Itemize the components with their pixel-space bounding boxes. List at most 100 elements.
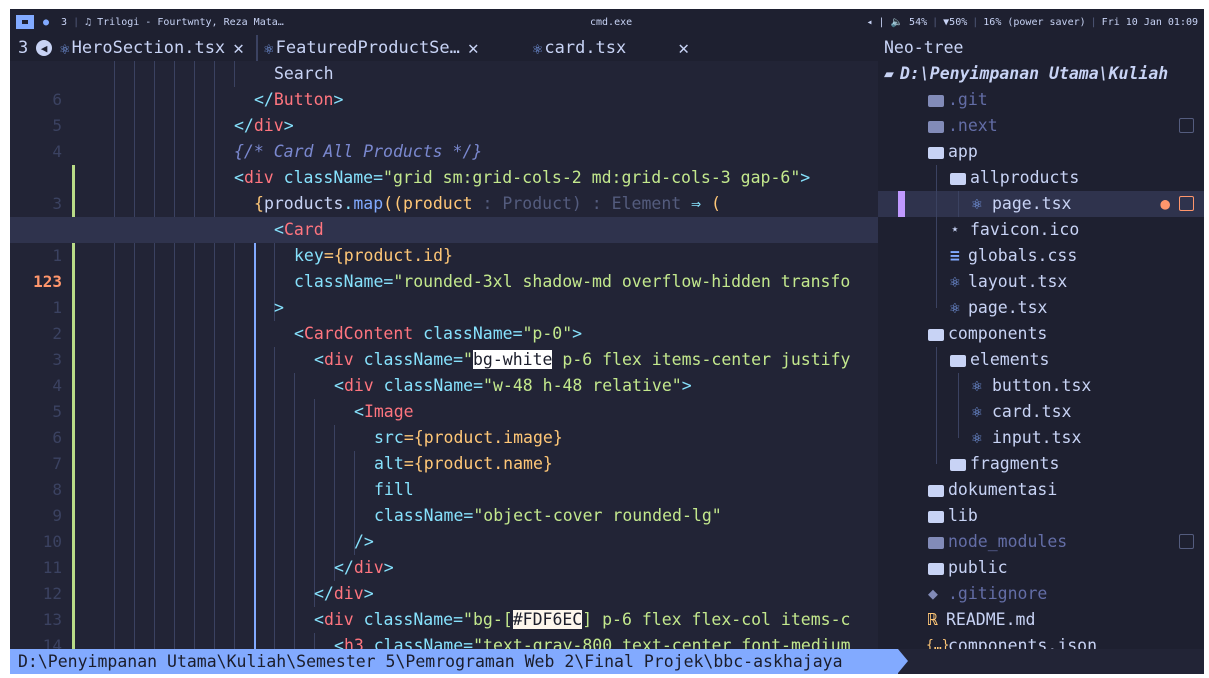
code-token: </ (334, 558, 354, 577)
code-line[interactable]: 13 </div> (10, 555, 878, 629)
code-line[interactable]: 5 </Button> (10, 87, 878, 135)
code-token: product.name (423, 454, 543, 473)
code-token: < (294, 324, 304, 343)
code-token: className (363, 636, 464, 649)
ignored-status-icon (1179, 534, 1194, 549)
tab-card[interactable]: ⚛ card.tsx ✕ (533, 35, 695, 61)
tree-item-button[interactable]: ⚛ button.tsx (878, 373, 1204, 399)
tree-item-fragments[interactable]: fragments (878, 451, 1204, 477)
tab-count: 3 (18, 38, 29, 58)
tree-root[interactable]: ▰ D:\Penyimpanan Utama\Kuliah (878, 61, 1204, 87)
code-line[interactable]: 10 fill (10, 477, 878, 551)
tree-item-app[interactable]: app (878, 139, 1204, 165)
wifi-indicator[interactable]: ▼50% (943, 17, 967, 28)
tree-item-elements[interactable]: elements (878, 347, 1204, 373)
code-line[interactable]: 1 {products.map((product : Product) : El… (10, 191, 878, 265)
file-explorer: Neo-tree ▰ D:\Penyimpanan Utama\Kuliah .… (878, 35, 1204, 649)
code-line[interactable]: 8 src={product.image} (10, 425, 878, 499)
code-line[interactable]: 2 <div className="grid sm:grid-cols-2 md… (10, 165, 878, 239)
folder-icon (928, 477, 948, 505)
code-line[interactable]: 5 <div className="bg-white p-6 flex item… (10, 347, 878, 421)
tree-item-globals[interactable]: ≡ globals.css (878, 243, 1204, 269)
navigate-left-icon[interactable]: ◀ (36, 40, 52, 56)
code-token: product.id (343, 246, 444, 265)
code-token: = (373, 168, 384, 187)
tree-item-favicon[interactable]: ⋆ favicon.ico (878, 217, 1204, 243)
code-line[interactable]: 7 <Image (10, 399, 878, 473)
code-token: </ (234, 116, 254, 135)
battery-indicator[interactable]: 16% (power saver) (983, 17, 1085, 28)
code-token: className (374, 506, 464, 525)
cursor-line[interactable]: 123 <Card (10, 217, 878, 291)
workspace-number[interactable]: 3 (61, 17, 67, 28)
terminal-icon[interactable] (16, 15, 34, 29)
tree-item-label: components (948, 324, 1048, 343)
code-token: > (681, 376, 692, 395)
clock[interactable]: Fri 10 Jan 01:09 (1102, 17, 1198, 28)
folder-icon (928, 503, 948, 531)
code-line[interactable]: 14 </div> (10, 581, 878, 649)
code-token: " (463, 350, 473, 369)
code-line[interactable]: 2 className="rounded-3xl shadow-md overf… (10, 269, 878, 343)
tree-item-components[interactable]: components (878, 321, 1204, 347)
tree-item-layout[interactable]: ⚛ layout.tsx (878, 269, 1204, 295)
tree-indent-line (936, 243, 937, 269)
code-token: src (374, 428, 404, 447)
tree-item-public[interactable]: public (878, 555, 1204, 581)
tree-item-lib[interactable]: lib (878, 503, 1204, 529)
code-line[interactable]: 9 alt={product.name} (10, 451, 878, 525)
close-icon[interactable]: ✕ (678, 38, 689, 59)
tree-item-gitignore[interactable]: ◆ .gitignore (878, 581, 1204, 607)
tree-item-components-json[interactable]: {…} components.json (878, 633, 1204, 649)
tree-item-dokumentasi[interactable]: dokumentasi (878, 477, 1204, 503)
tree-item-label: fragments (970, 454, 1060, 473)
code-line[interactable]: 3 > (10, 295, 878, 369)
tree-item-node-modules[interactable]: node_modules (878, 529, 1204, 555)
modified-dot-icon: ● (1160, 194, 1170, 213)
code-line[interactable]: 4 <CardContent className="p-0"> (10, 321, 878, 395)
code-line[interactable]: 12 /> (10, 529, 878, 603)
close-icon[interactable]: ✕ (468, 38, 479, 59)
divider: | (73, 16, 80, 28)
code-token: div (353, 558, 384, 577)
tab-herosection[interactable]: ⚛ HeroSection.tsx ✕ (60, 35, 250, 61)
code-line[interactable]: 6 Search (10, 61, 878, 109)
tree-item-readme[interactable]: ℝ README.md (878, 607, 1204, 633)
code-line[interactable]: 16 <h3 className="text-gray-800 text-cen… (10, 633, 878, 649)
tree-item-label: .git (948, 90, 988, 109)
code-text: Search (274, 64, 334, 83)
folder-icon (950, 451, 970, 479)
tree-item-label: app (948, 142, 978, 161)
git-icon: ◆ (928, 584, 938, 603)
tree-item-card[interactable]: ⚛ card.tsx (878, 399, 1204, 425)
tree-item-label: node_modules (948, 532, 1068, 551)
code-line[interactable]: 6 <div className="w-48 h-48 relative"> (10, 373, 878, 447)
tree-item-input[interactable]: ⚛ input.tsx (878, 425, 1204, 451)
code-line[interactable]: 1 key={product.id} (10, 243, 878, 317)
tree-item-app-page[interactable]: ⚛ page.tsx (878, 295, 1204, 321)
tab-featuredproduct[interactable]: ⚛ FeaturedProductSe… ✕ (264, 35, 485, 61)
code-token: "p-0" (522, 324, 573, 343)
close-icon[interactable]: ✕ (233, 38, 244, 59)
code-token: (( (383, 194, 404, 213)
code-token: } (552, 428, 563, 447)
now-playing[interactable]: ♫ Trilogi - Fourtwnty, Reza Mata… (85, 17, 284, 28)
code-line[interactable]: 15 <div className="bg-[#FDF6EC] p-6 flex… (10, 607, 878, 649)
code-token: ={ (323, 246, 344, 265)
tree-item-allproducts[interactable]: allproducts (878, 165, 1204, 191)
code-editor[interactable]: 6 Search 5 </Button> 4 </div> 3 {/* Card… (10, 61, 878, 649)
tree-item-label: card.tsx (992, 402, 1072, 421)
code-token: "rounded-3xl shadow-md overflow-hidden t… (393, 272, 851, 291)
code-line[interactable]: 11 className="object-cover rounded-lg" (10, 503, 878, 577)
code-line[interactable]: 4 </div> (10, 113, 878, 161)
tree-item-label: lib (948, 506, 978, 525)
code-comment: {/* Card All Products */} (234, 142, 483, 161)
tree-item-allproducts-page[interactable]: ⚛ page.tsx ● (878, 191, 1204, 217)
code-line[interactable]: 3 {/* Card All Products */} (10, 139, 878, 213)
tree-indent-line (936, 373, 937, 399)
tree-item-next[interactable]: .next (878, 113, 1204, 139)
folder-open-icon (950, 165, 970, 193)
tree-item-git[interactable]: .git (878, 87, 1204, 113)
volume-indicator[interactable]: ◂ | 🔈 54% (867, 17, 928, 28)
code-token: alt (374, 454, 404, 473)
